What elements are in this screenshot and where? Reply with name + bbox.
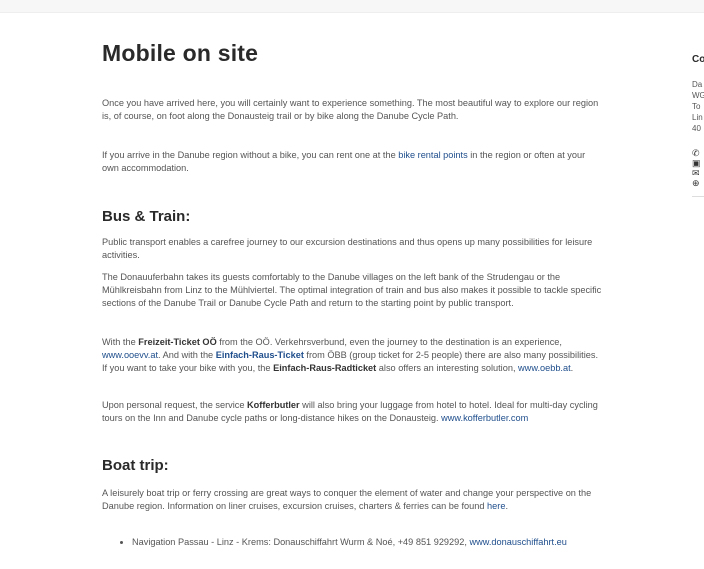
donauschiffahrt-link[interactable]: www.donauschiffahrt.eu <box>469 537 566 547</box>
sidebar-contact-icons: ✆ ▣ ✉ ⊕ <box>692 148 704 188</box>
fax-icon[interactable]: ▣ <box>692 158 704 168</box>
contact-sidebar: Co Da WG To Lin 40 ✆ ▣ ✉ ⊕ <box>692 40 704 197</box>
oebb-link[interactable]: www.oebb.at <box>518 363 571 373</box>
freizeit-ticket-label: Freizeit-Ticket OÖ <box>138 337 217 347</box>
sidebar-title: Co <box>692 54 704 65</box>
boat-heading: Boat trip: <box>102 457 169 474</box>
boat-list: Navigation Passau - Linz - Krems: Donaus… <box>102 536 602 549</box>
kofferbutler-label: Kofferbutler <box>247 400 300 410</box>
kofferbutler-link[interactable]: www.kofferbutler.com <box>441 413 528 423</box>
intro-paragraph-2: If you arrive in the Danube region witho… <box>102 150 586 173</box>
sidebar-address: Da WG To Lin 40 <box>692 80 704 133</box>
globe-icon[interactable]: ⊕ <box>692 178 704 188</box>
top-bar <box>0 0 704 13</box>
ferries-here-link[interactable]: here <box>487 501 505 511</box>
einfach-raus-radticket-label: Einfach-Raus-Radticket <box>273 363 377 373</box>
einfach-raus-ticket-link[interactable]: Einfach-Raus-Ticket <box>216 350 304 360</box>
sidebar-divider <box>692 196 704 197</box>
boat-paragraph-1: A leisurely boat trip or ferry crossing … <box>102 488 592 511</box>
bus-train-heading: Bus & Train: <box>102 208 191 225</box>
bus-train-paragraph-3: With the Freizeit-Ticket OÖ from the OÖ.… <box>102 337 599 373</box>
bus-train-paragraph-1: Public transport enables a carefree jour… <box>102 237 593 260</box>
main-content: Mobile on site Once you have arrived her… <box>102 40 602 547</box>
ooevv-link[interactable]: www.ooevv.at <box>102 350 158 360</box>
page-title: Mobile on site <box>102 40 259 66</box>
bus-train-paragraph-4: Upon personal request, the service Koffe… <box>102 400 598 423</box>
phone-icon[interactable]: ✆ <box>692 148 704 158</box>
bike-rental-link[interactable]: bike rental points <box>398 150 467 160</box>
list-item: Navigation Passau - Linz - Krems: Donaus… <box>132 536 602 549</box>
bus-train-paragraph-2: The Donauuferbahn takes its guests comfo… <box>102 272 602 308</box>
intro-paragraph-1: Once you have arrived here, you will cer… <box>102 98 599 121</box>
email-icon[interactable]: ✉ <box>692 168 704 178</box>
